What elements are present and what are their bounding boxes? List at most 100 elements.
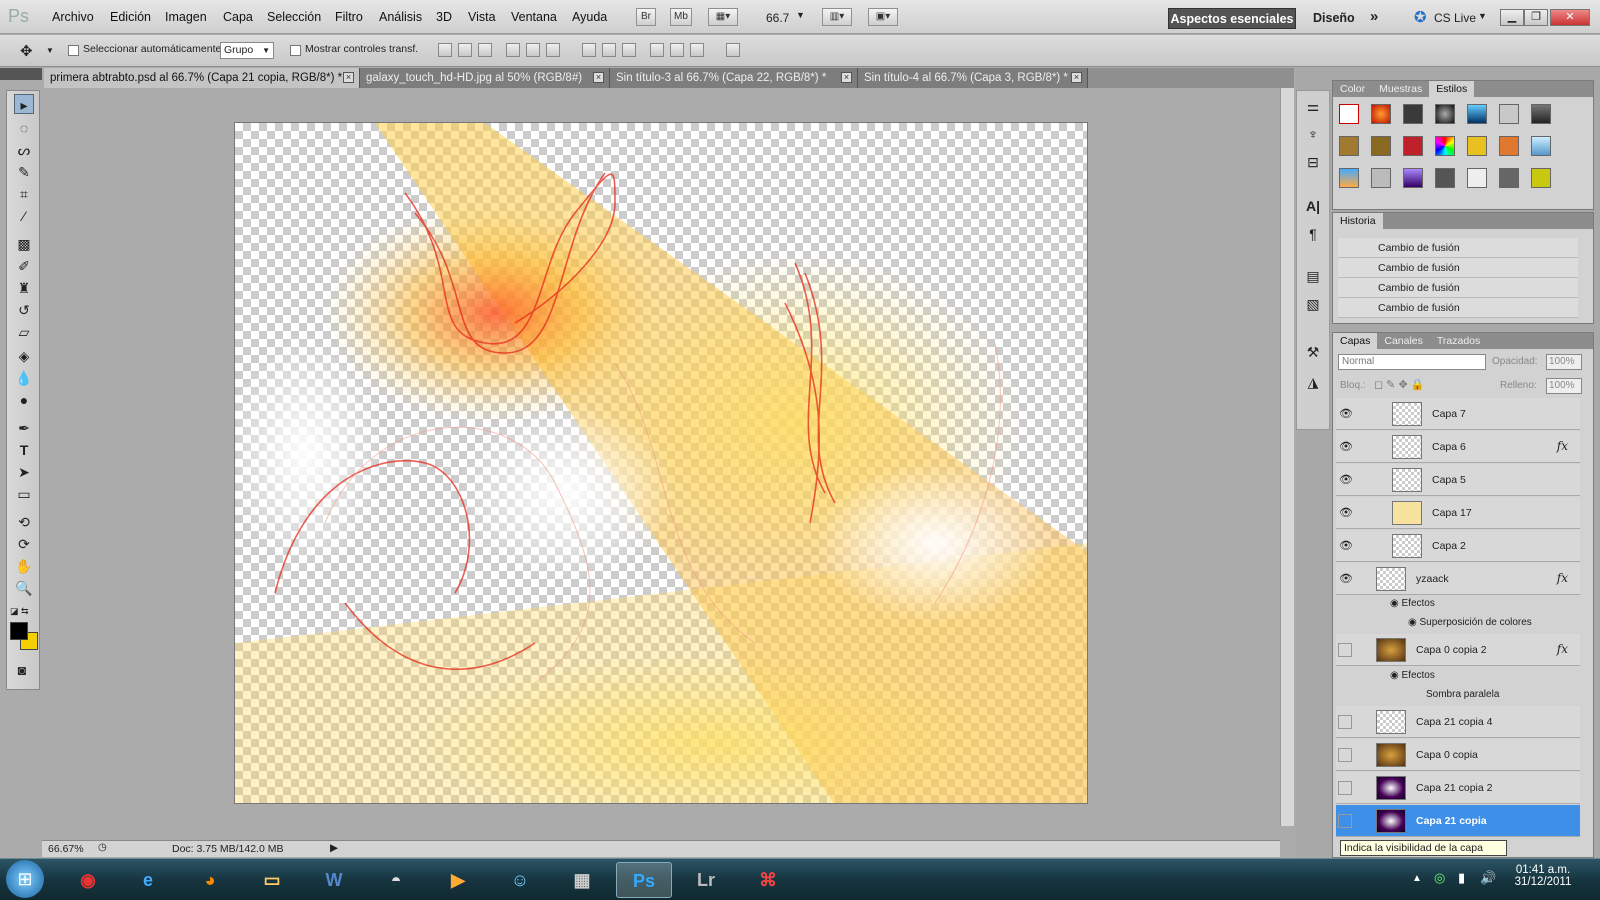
style-swatch[interactable] bbox=[1467, 136, 1487, 156]
eye-icon[interactable]: 👁 bbox=[1339, 572, 1353, 585]
style-swatch[interactable] bbox=[1499, 136, 1519, 156]
style-swatch[interactable] bbox=[1467, 104, 1487, 124]
internet-explorer-icon[interactable]: e bbox=[120, 862, 176, 898]
show-hidden-icons[interactable]: ▲ bbox=[1412, 873, 1422, 884]
document-canvas[interactable] bbox=[234, 122, 1088, 804]
menu-filtro[interactable]: Filtro bbox=[335, 10, 363, 24]
visibility-box[interactable] bbox=[1338, 715, 1352, 729]
menu-archivo[interactable]: Archivo bbox=[52, 10, 94, 24]
layer-row[interactable]: Capa 7 bbox=[1336, 398, 1580, 430]
zoom-level[interactable]: 66.7 bbox=[766, 11, 789, 25]
history-brush-tool-icon[interactable]: ↺ bbox=[14, 300, 34, 320]
distribute-hcenter-icon[interactable] bbox=[670, 43, 684, 57]
status-info-icon[interactable]: ◷ bbox=[98, 842, 107, 853]
chevron-down-icon[interactable]: ▼ bbox=[796, 10, 805, 20]
hand-tool-icon[interactable]: ✋ bbox=[14, 556, 34, 576]
style-swatch[interactable] bbox=[1499, 168, 1519, 188]
tool-presets-icon[interactable]: ⊟ bbox=[1303, 152, 1323, 172]
pen-tool-icon[interactable]: ✒ bbox=[14, 418, 34, 438]
media-player-icon[interactable]: ▶ bbox=[430, 862, 486, 898]
start-button[interactable]: ⊞ bbox=[6, 860, 44, 898]
style-swatch-none[interactable] bbox=[1339, 104, 1359, 124]
fill-input[interactable]: 100% bbox=[1546, 378, 1582, 394]
tab-sin-titulo-4[interactable]: Sin título-4 al 66.7% (Capa 3, RGB/8*) *… bbox=[858, 68, 1088, 88]
dodge-tool-icon[interactable]: ● bbox=[14, 390, 34, 410]
visibility-box[interactable] bbox=[1338, 814, 1352, 828]
style-swatch[interactable] bbox=[1435, 136, 1455, 156]
layer-row[interactable]: Capa 21 copia 4 bbox=[1336, 706, 1580, 738]
zoom-tool-icon[interactable]: 🔍 bbox=[14, 578, 34, 598]
blur-tool-icon[interactable]: 💧 bbox=[14, 368, 34, 388]
volume-icon[interactable]: 🔊 bbox=[1480, 870, 1496, 886]
style-swatch[interactable] bbox=[1371, 168, 1391, 188]
chevron-down-icon[interactable]: ▼ bbox=[46, 46, 54, 55]
layer-row[interactable]: Capa 0 copia 2 fx bbox=[1336, 634, 1580, 666]
style-swatch[interactable] bbox=[1531, 168, 1551, 188]
distribute-vcenter-icon[interactable] bbox=[602, 43, 616, 57]
type-tool-icon[interactable]: T bbox=[14, 440, 34, 460]
style-swatch[interactable] bbox=[1531, 104, 1551, 124]
healing-brush-tool-icon[interactable]: ▩ bbox=[14, 234, 34, 254]
style-swatch[interactable] bbox=[1403, 104, 1423, 124]
close-icon[interactable]: × bbox=[841, 72, 852, 83]
menu-seleccion[interactable]: Selección bbox=[267, 10, 321, 24]
layer-row-selected[interactable]: Capa 21 copia bbox=[1336, 805, 1580, 837]
menu-analisis[interactable]: Análisis bbox=[379, 10, 422, 24]
close-icon[interactable]: × bbox=[343, 72, 354, 83]
lasso-tool-icon[interactable]: ᔕ bbox=[14, 140, 34, 160]
3d-rotate-tool-icon[interactable]: ⟲ bbox=[14, 512, 34, 532]
align-left-icon[interactable] bbox=[506, 43, 520, 57]
fx-icon[interactable]: fx bbox=[1557, 571, 1568, 585]
lightroom-icon[interactable]: Lr bbox=[678, 862, 734, 898]
workspace-design-button[interactable]: Diseño bbox=[1313, 11, 1355, 25]
calculator-icon[interactable]: ▦ bbox=[554, 862, 610, 898]
eyedropper-tool-icon[interactable]: ⁄ bbox=[14, 206, 34, 226]
visibility-box[interactable] bbox=[1338, 643, 1352, 657]
history-item[interactable]: Cambio de fusión bbox=[1338, 238, 1578, 258]
menu-edicion[interactable]: Edición bbox=[110, 10, 151, 24]
auto-align-icon[interactable] bbox=[726, 43, 740, 57]
character-icon[interactable]: A| bbox=[1303, 196, 1323, 216]
eye-icon[interactable]: 👁 bbox=[1339, 473, 1353, 486]
blend-mode-select[interactable]: Normal bbox=[1338, 354, 1486, 370]
word-icon[interactable]: W bbox=[306, 862, 362, 898]
clone-source-icon[interactable]: ♆ bbox=[1303, 124, 1323, 144]
visibility-box[interactable] bbox=[1338, 748, 1352, 762]
layer-row[interactable]: Capa 2 bbox=[1336, 530, 1580, 562]
tab-color[interactable]: Color bbox=[1333, 81, 1372, 97]
brush-tool-icon[interactable]: ✐ bbox=[14, 256, 34, 276]
align-vcenter-icon[interactable] bbox=[458, 43, 472, 57]
style-swatch[interactable] bbox=[1467, 168, 1487, 188]
view-extras-button[interactable]: ▦▾ bbox=[708, 8, 738, 26]
layer-row[interactable]: Capa 17 bbox=[1336, 497, 1580, 529]
style-swatch[interactable] bbox=[1435, 168, 1455, 188]
align-right-icon[interactable] bbox=[546, 43, 560, 57]
quick-mask-icon[interactable]: ◙ bbox=[12, 660, 32, 680]
foreground-color-swatch[interactable] bbox=[10, 622, 28, 640]
firefox-icon[interactable]: ◕ bbox=[182, 862, 238, 898]
minimize-button[interactable]: ▁ bbox=[1500, 9, 1524, 26]
history-item[interactable]: Cambio de fusión bbox=[1338, 278, 1578, 298]
align-hcenter-icon[interactable] bbox=[526, 43, 540, 57]
transform-controls-checkbox[interactable] bbox=[290, 45, 301, 56]
maximize-button[interactable]: ❐ bbox=[1524, 9, 1548, 26]
more-workspaces-icon[interactable]: » bbox=[1370, 8, 1378, 25]
notes-icon[interactable]: ▧ bbox=[1303, 294, 1323, 314]
screen-mode-button[interactable]: ▣▾ bbox=[868, 8, 898, 26]
layer-row[interactable]: Capa 6 fx bbox=[1336, 431, 1580, 463]
default-colors-icon[interactable]: ◪ ⇆ bbox=[10, 606, 29, 617]
menu-3d[interactable]: 3D bbox=[436, 10, 452, 24]
align-top-icon[interactable] bbox=[438, 43, 452, 57]
layer-row[interactable]: Capa 21 copia 2 bbox=[1336, 772, 1580, 804]
style-swatch[interactable] bbox=[1371, 136, 1391, 156]
eye-icon[interactable]: 👁 bbox=[1339, 407, 1353, 420]
style-swatch[interactable] bbox=[1531, 136, 1551, 156]
layer-row[interactable]: Capa 0 copia bbox=[1336, 739, 1580, 771]
tab-channels[interactable]: Canales bbox=[1377, 333, 1430, 349]
eye-icon[interactable]: 👁 bbox=[1339, 539, 1353, 552]
eye-icon[interactable]: 👁 bbox=[1339, 506, 1353, 519]
eraser-tool-icon[interactable]: ▱ bbox=[14, 322, 34, 342]
paragraph-icon[interactable]: ¶ bbox=[1303, 224, 1323, 244]
arrange-documents-button[interactable]: ▥▾ bbox=[822, 8, 852, 26]
rectangle-tool-icon[interactable]: ▭ bbox=[14, 484, 34, 504]
